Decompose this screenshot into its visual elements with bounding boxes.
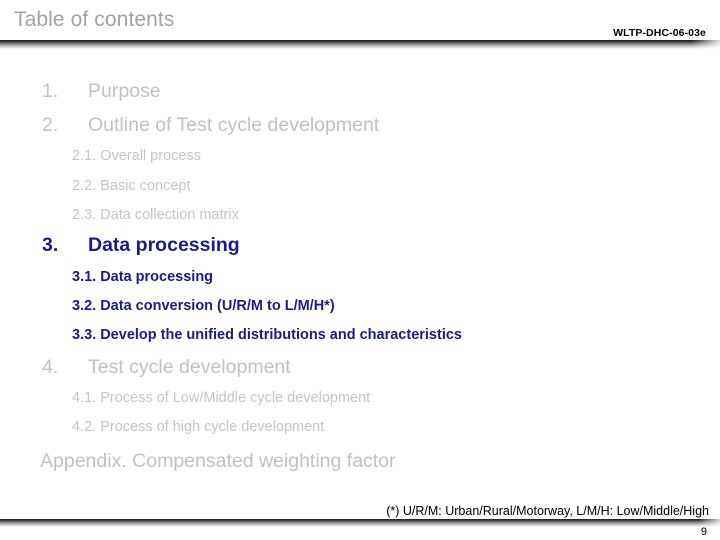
- toc-entry-2-2[interactable]: 2.2. Basic concept: [72, 179, 191, 194]
- header-divider: [0, 40, 720, 49]
- toc-entry-3-2[interactable]: 3.2. Data conversion (U/R/M to L/M/H*): [72, 299, 335, 314]
- toc-entry-3-number: 3.: [42, 234, 59, 256]
- document-code: WLTP-DHC-06-03e: [613, 27, 706, 39]
- slide-header: Table of contents WLTP-DHC-06-03e: [0, 0, 720, 40]
- toc-entry-3-3[interactable]: 3.3. Develop the unified distributions a…: [72, 328, 462, 343]
- toc-entry-2-1[interactable]: 2.1. Overall process: [72, 149, 201, 164]
- toc-entry-4-1[interactable]: 4.1. Process of Low/Middle cycle develop…: [72, 391, 370, 406]
- toc-entry-2-number: 2.: [42, 114, 59, 136]
- toc-entry-4-number: 4.: [42, 356, 59, 378]
- toc-entry-4-2[interactable]: 4.2. Process of high cycle development: [72, 420, 324, 435]
- footnote: (*) U/R/M: Urban/Rural/Motorway, L/M/H: …: [386, 504, 709, 518]
- slide: Table of contents WLTP-DHC-06-03e 1. Pur…: [0, 0, 720, 540]
- page-title: Table of contents: [14, 8, 175, 31]
- footer-divider: [0, 519, 720, 527]
- toc-entry-3-1[interactable]: 3.1. Data processing: [72, 270, 213, 285]
- toc-entry-1-label: Purpose: [88, 80, 161, 102]
- toc-entry-3-label: Data processing: [88, 234, 240, 256]
- toc-entry-4-label: Test cycle development: [88, 356, 291, 378]
- toc-entry-2-label: Outline of Test cycle development: [88, 114, 380, 136]
- toc-entry-1-number: 1.: [42, 80, 59, 102]
- toc-entry-appendix[interactable]: Appendix. Compensated weighting factor: [40, 451, 396, 472]
- toc-entry-2-3[interactable]: 2.3. Data collection matrix: [72, 208, 239, 223]
- page-number: 9: [700, 526, 707, 538]
